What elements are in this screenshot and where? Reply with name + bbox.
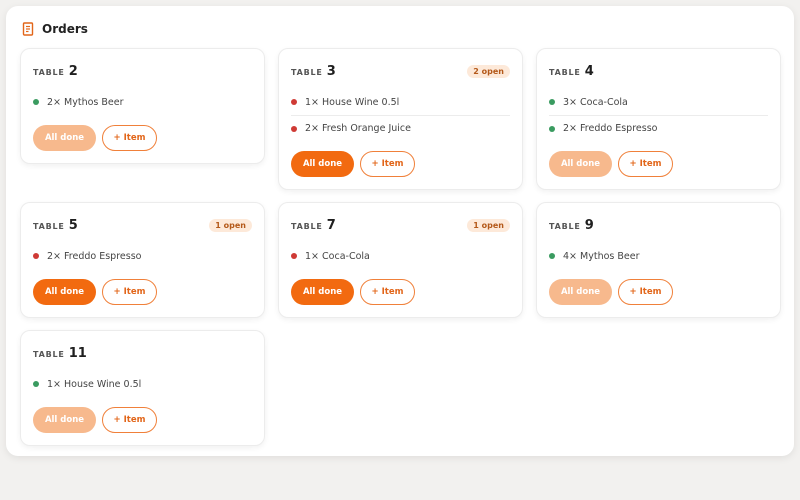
order-item-list: 2× Freddo Espresso	[33, 243, 252, 269]
order-item-text: 3× Coca-Cola	[563, 96, 628, 108]
status-done-dot	[33, 99, 39, 105]
order-item-list: 4× Mythos Beer	[549, 243, 768, 269]
add-item-button[interactable]: + Item	[360, 279, 415, 305]
table-label: TABLE	[33, 67, 65, 77]
card-header: TABLE 9	[549, 217, 768, 233]
order-item-text: 2× Freddo Espresso	[563, 123, 658, 134]
order-item: 3× Coca-Cola	[549, 89, 768, 115]
table-number: 5	[68, 217, 78, 233]
card-header: TABLE 2	[33, 63, 252, 79]
add-item-button[interactable]: + Item	[102, 407, 157, 433]
all-done-button[interactable]: All done	[291, 279, 354, 305]
open-count-badge: 1 open	[467, 218, 510, 232]
order-item: 2× Freddo Espresso	[549, 115, 768, 141]
all-done-button[interactable]: All done	[33, 279, 96, 305]
table-number: 4	[584, 63, 594, 79]
status-done-dot	[33, 381, 39, 387]
order-item-text: 1× House Wine 0.5l	[47, 378, 142, 390]
add-item-button[interactable]: + Item	[102, 279, 157, 305]
card-actions: All done + Item	[33, 125, 252, 151]
add-item-button[interactable]: + Item	[360, 151, 415, 177]
table-label: TABLE	[291, 67, 323, 77]
order-item-text: 1× House Wine 0.5l	[305, 96, 400, 108]
order-item-text: 2× Mythos Beer	[47, 96, 124, 108]
order-item: 4× Mythos Beer	[549, 243, 768, 269]
order-item: 2× Fresh Orange Juice	[291, 115, 510, 141]
table-number: 9	[584, 217, 594, 233]
order-item: 1× Coca-Cola	[291, 243, 510, 269]
card-header: TABLE 11	[33, 345, 252, 361]
open-count-badge: 2 open	[467, 64, 510, 78]
card-actions: All done + Item	[33, 407, 252, 433]
order-item: 1× House Wine 0.5l	[33, 371, 252, 397]
table-card: TABLE 7 1 open 1× Coca-Cola All done + Item	[278, 202, 523, 318]
table-id: TABLE 5	[33, 218, 78, 233]
status-open-dot	[33, 253, 39, 259]
status-done-dot	[549, 99, 555, 105]
status-open-dot	[291, 253, 297, 259]
status-done-dot	[549, 253, 555, 259]
table-label: TABLE	[549, 67, 581, 77]
table-grid: TABLE 2 2× Mythos Beer All done + Item TABLE 3…	[20, 48, 781, 446]
status-done-dot	[549, 125, 555, 132]
table-label: TABLE	[291, 221, 323, 231]
order-item-list: 3× Coca-Cola 2× Freddo Espresso	[549, 89, 768, 141]
all-done-button[interactable]: All done	[291, 151, 354, 177]
add-item-button[interactable]: + Item	[102, 125, 157, 151]
add-item-button[interactable]: + Item	[618, 151, 673, 177]
table-card: TABLE 5 1 open 2× Freddo Espresso All done + …	[20, 202, 265, 318]
table-id: TABLE 7	[291, 218, 336, 233]
page-title: Orders	[42, 22, 88, 36]
table-id: TABLE 9	[549, 218, 594, 233]
status-open-dot	[291, 99, 297, 105]
status-open-dot	[291, 125, 297, 132]
add-item-button[interactable]: + Item	[618, 279, 673, 305]
order-item-list: 1× House Wine 0.5l	[33, 371, 252, 397]
table-card: TABLE 11 1× House Wine 0.5l All done + Item	[20, 330, 265, 446]
table-id: TABLE 4	[549, 64, 594, 79]
order-item: 1× House Wine 0.5l	[291, 89, 510, 115]
table-card: TABLE 4 3× Coca-Cola 2× Freddo Espresso All …	[536, 48, 781, 190]
card-header: TABLE 7 1 open	[291, 217, 510, 233]
orders-panel: Orders TABLE 2 2× Mythos Beer All done + Ite…	[6, 6, 794, 456]
all-done-button[interactable]: All done	[33, 125, 96, 151]
receipt-icon	[22, 22, 34, 36]
card-header: TABLE 5 1 open	[33, 217, 252, 233]
card-header: TABLE 4	[549, 63, 768, 79]
table-id: TABLE 2	[33, 64, 78, 79]
table-id: TABLE 3	[291, 64, 336, 79]
order-item-list: 2× Mythos Beer	[33, 89, 252, 115]
table-label: TABLE	[33, 221, 65, 231]
card-actions: All done + Item	[291, 279, 510, 305]
order-item-list: 1× House Wine 0.5l 2× Fresh Orange Juice	[291, 89, 510, 141]
table-card: TABLE 3 2 open 1× House Wine 0.5l 2× Fresh O…	[278, 48, 523, 190]
table-label: TABLE	[549, 221, 581, 231]
all-done-button[interactable]: All done	[549, 151, 612, 177]
table-number: 2	[68, 63, 78, 79]
card-actions: All done + Item	[33, 279, 252, 305]
table-id: TABLE 11	[33, 346, 87, 361]
order-item-list: 1× Coca-Cola	[291, 243, 510, 269]
all-done-button[interactable]: All done	[549, 279, 612, 305]
order-item-text: 2× Freddo Espresso	[47, 250, 142, 262]
card-actions: All done + Item	[291, 151, 510, 177]
order-item-text: 2× Fresh Orange Juice	[305, 123, 411, 134]
table-label: TABLE	[33, 349, 65, 359]
open-count-badge: 1 open	[209, 218, 252, 232]
panel-header: Orders	[22, 20, 88, 38]
order-item-text: 1× Coca-Cola	[305, 250, 370, 262]
table-number: 7	[326, 217, 336, 233]
table-card: TABLE 9 4× Mythos Beer All done + Item	[536, 202, 781, 318]
card-actions: All done + Item	[549, 279, 768, 305]
card-header: TABLE 3 2 open	[291, 63, 510, 79]
table-number: 11	[68, 345, 87, 361]
order-item: 2× Freddo Espresso	[33, 243, 252, 269]
order-item: 2× Mythos Beer	[33, 89, 252, 115]
order-item-text: 4× Mythos Beer	[563, 250, 640, 262]
table-card: TABLE 2 2× Mythos Beer All done + Item	[20, 48, 265, 164]
card-actions: All done + Item	[549, 151, 768, 177]
table-number: 3	[326, 63, 336, 79]
all-done-button[interactable]: All done	[33, 407, 96, 433]
